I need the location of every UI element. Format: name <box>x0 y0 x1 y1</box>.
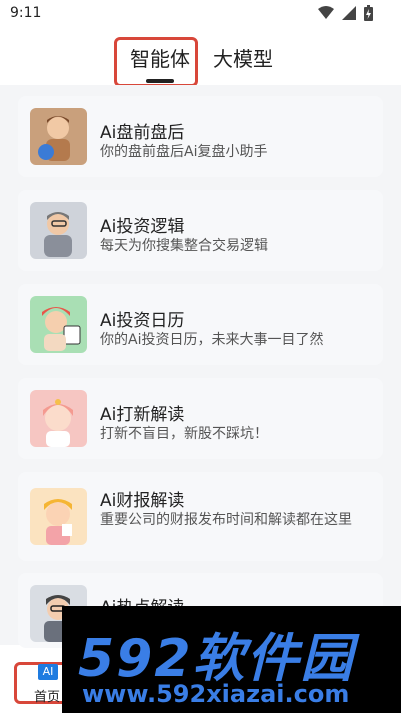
system-icons <box>318 5 373 21</box>
nav-home-label[interactable]: 首页 <box>34 686 60 705</box>
status-time: 9:11 <box>10 5 42 21</box>
card-title: Ai打新解读 <box>100 405 185 425</box>
watermark-url: www.592xiazai.com <box>82 680 350 708</box>
signal-icon <box>342 6 356 20</box>
nav-ai-badge[interactable]: AI <box>38 664 58 680</box>
avatar <box>30 390 87 447</box>
agent-card-calendar[interactable]: Ai投资日历 你的Ai投资日历，未来大事一目了然 <box>18 284 383 365</box>
card-title: Ai财报解读 <box>100 491 185 511</box>
status-bar: 9:11 <box>0 0 401 28</box>
battery-icon <box>364 5 373 21</box>
card-title: Ai投资逻辑 <box>100 217 185 237</box>
agent-card-ipo[interactable]: Ai打新解读 打新不盲目，新股不踩坑！ <box>18 378 383 459</box>
card-description: 每天为你搜集整合交易逻辑 <box>100 238 268 254</box>
agent-card-premarket[interactable]: Ai盘前盘后 你的盘前盘后Ai复盘小助手 <box>18 96 383 177</box>
active-tab-indicator <box>146 79 174 83</box>
card-description: 你的盘前盘后Ai复盘小助手 <box>100 144 268 160</box>
avatar <box>30 488 87 545</box>
card-title: Ai盘前盘后 <box>100 123 185 143</box>
agent-card-logic[interactable]: Ai投资逻辑 每天为你搜集整合交易逻辑 <box>18 190 383 271</box>
watermark-banner: 592软件园 www.592xiazai.com <box>62 606 401 713</box>
card-description: 你的Ai投资日历，未来大事一目了然 <box>100 332 324 348</box>
agent-card-earnings[interactable]: Ai财报解读 重要公司的财报发布时间和解读都在这里 <box>18 472 383 561</box>
card-title: Ai投资日历 <box>100 311 185 331</box>
tab-models[interactable]: 大模型 <box>213 43 273 72</box>
card-description: 重要公司的财报发布时间和解读都在这里 <box>100 512 352 528</box>
avatar <box>30 202 87 259</box>
avatar <box>30 108 87 165</box>
card-description: 打新不盲目，新股不踩坑！ <box>100 426 268 442</box>
top-tabs: 智能体 大模型 <box>0 35 401 87</box>
tab-agents[interactable]: 智能体 <box>130 43 190 72</box>
avatar <box>30 296 87 353</box>
wifi-icon <box>318 6 334 19</box>
